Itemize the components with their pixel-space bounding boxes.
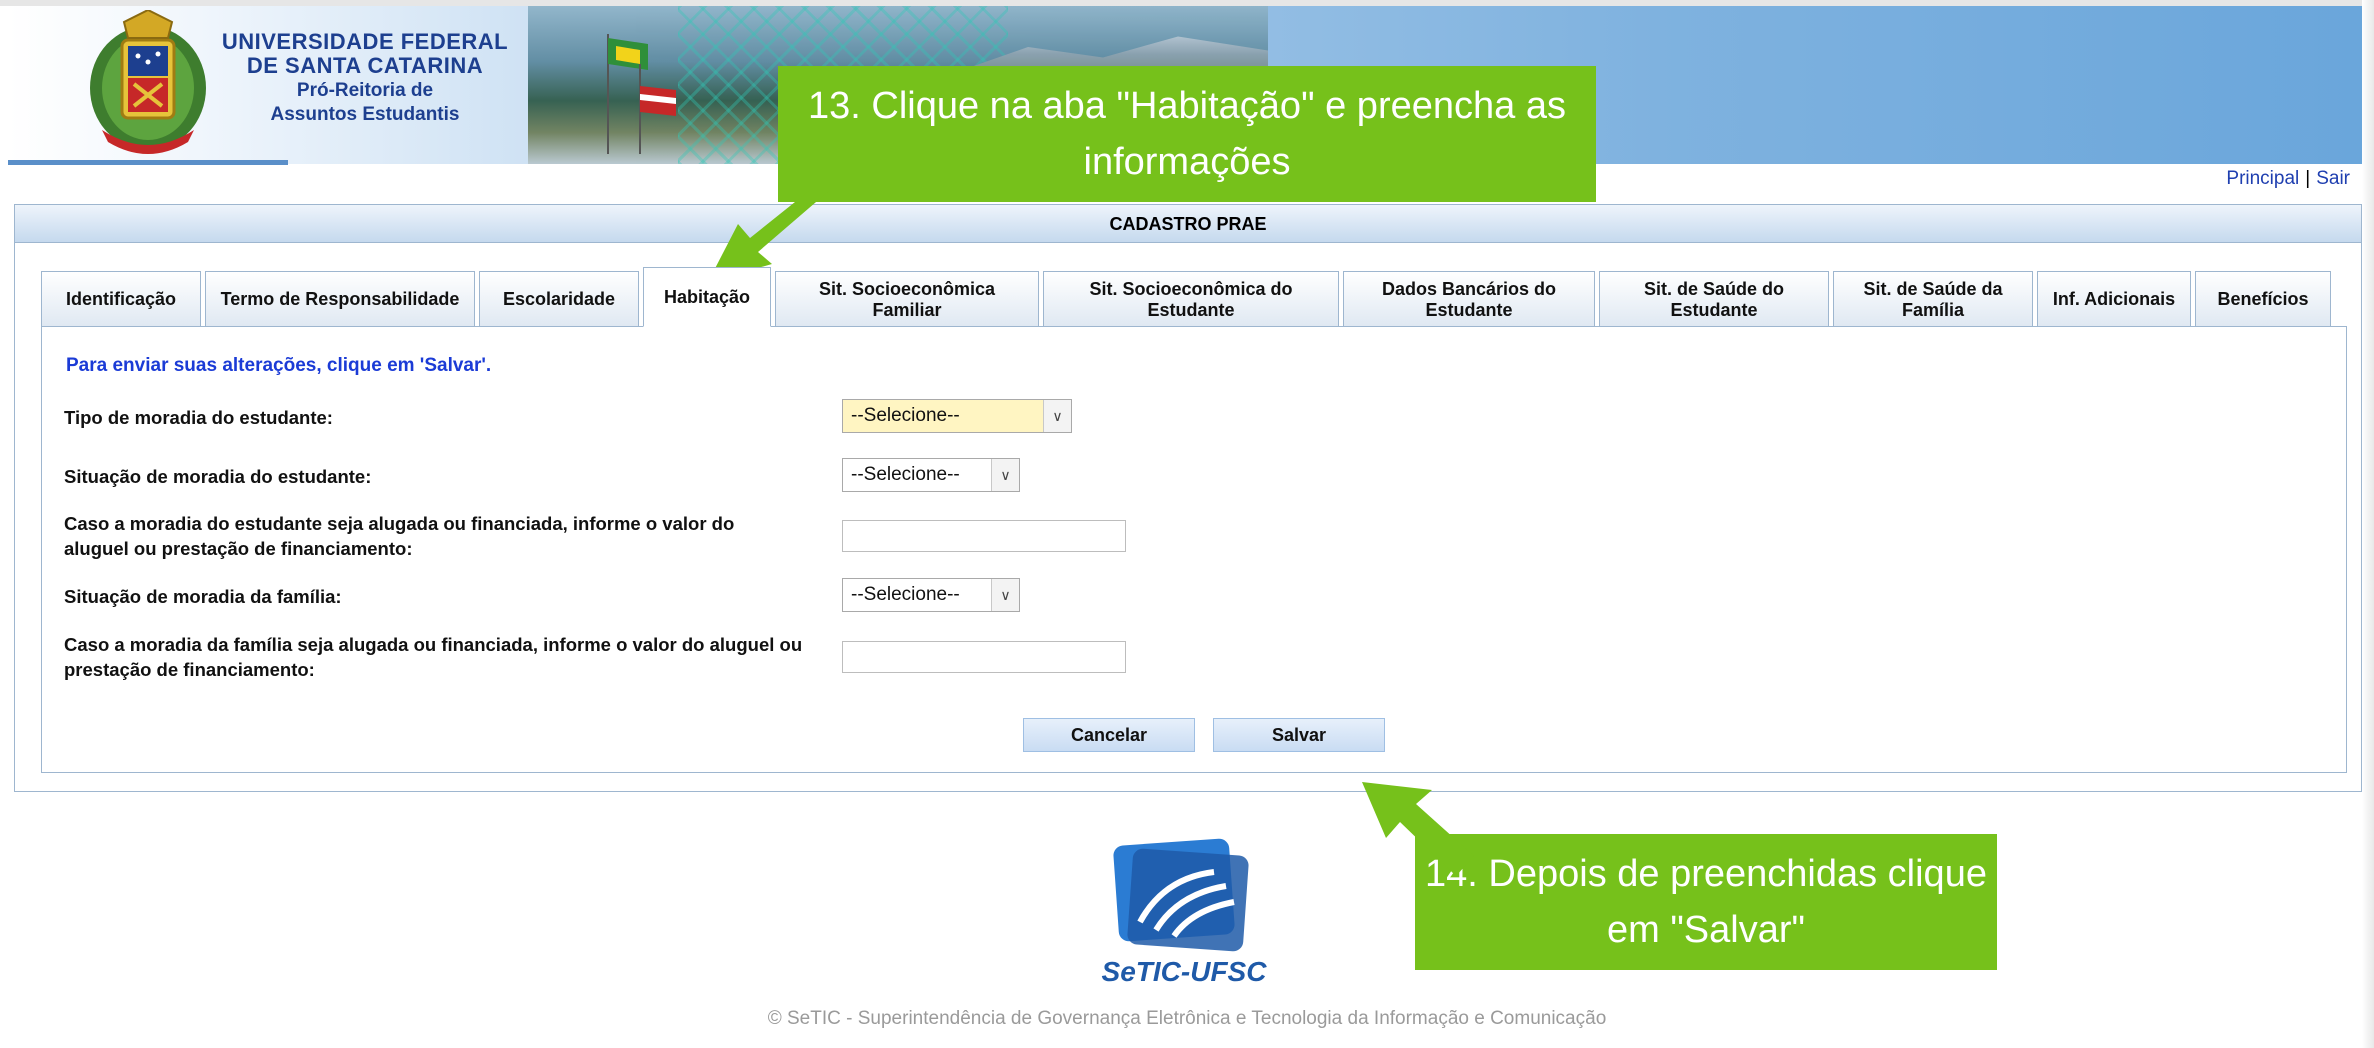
save-hint: Para enviar suas alterações, clique em '… (66, 355, 492, 376)
chevron-down-icon: ∨ (991, 459, 1019, 491)
ufsc-crest-logo (90, 10, 206, 154)
top-links: Principal | Sair (2226, 168, 2350, 190)
situacao-familia-select[interactable]: --Selecione-- ∨ (842, 578, 1020, 612)
tab-inf-adicionais[interactable]: Inf. Adicionais (2037, 271, 2191, 327)
situacao-estudante-label: Situação de moradia do estudante: (64, 466, 372, 487)
callout-step13: 13. Clique na aba "Habitação" e preencha… (778, 66, 1596, 202)
university-line2: DE SANTA CATARINA (246, 53, 484, 78)
tipo-moradia-select[interactable]: --Selecione-- ∨ (842, 399, 1072, 433)
sair-link[interactable]: Sair (2316, 168, 2350, 189)
principal-link[interactable]: Principal (2226, 168, 2299, 189)
tab-escolaridade[interactable]: Escolaridade (479, 271, 639, 327)
footer-copyright: © SeTIC - Superintendência de Governança… (767, 1008, 1607, 1029)
tipo-moradia-label: Tipo de moradia do estudante: (64, 407, 333, 428)
tab-saude-estudante[interactable]: Sit. de Saúde do Estudante (1599, 271, 1829, 327)
setic-logo: SeTIC-UFSC (1094, 838, 1274, 988)
chevron-down-icon: ∨ (991, 579, 1019, 611)
situacao-familia-value: --Selecione-- (851, 584, 960, 605)
tab-identificacao[interactable]: Identificação (41, 271, 201, 327)
tab-habitacao[interactable]: Habitação (643, 267, 771, 327)
university-line1: UNIVERSIDADE FEDERAL (221, 29, 509, 54)
dept-line2: Assuntos Estudantis (270, 104, 460, 125)
situacao-estudante-value: --Selecione-- (851, 464, 960, 485)
chevron-down-icon: ∨ (1043, 400, 1071, 432)
tab-beneficios[interactable]: Benefícios (2195, 271, 2331, 327)
cancel-button[interactable]: Cancelar (1023, 718, 1195, 752)
situacao-familia-label: Situação de moradia da família: (64, 586, 342, 607)
cadastro-frame: CADASTRO PRAE Identificação Termo de Res… (14, 204, 2362, 792)
habitacao-panel: Para enviar suas alterações, clique em '… (41, 326, 2347, 773)
flags-icon (607, 34, 676, 154)
dept-line1: Pró-Reitoria de (296, 80, 434, 101)
setic-logo-icon (1113, 838, 1249, 952)
callout-step14: 14. Depois de preenchidas clique em "Sal… (1415, 834, 1997, 970)
university-name: UNIVERSIDADE FEDERAL DE SANTA CATARINA P… (200, 30, 530, 126)
banner-underline (8, 160, 288, 165)
tab-termo-responsabilidade[interactable]: Termo de Responsabilidade (205, 271, 475, 327)
setic-logo-label: SeTIC-UFSC (1101, 956, 1267, 987)
arrow-step14-icon (1362, 782, 1474, 876)
page: UNIVERSIDADE FEDERAL DE SANTA CATARINA P… (0, 0, 2374, 1048)
tab-bar: Identificação Termo de Responsabilidade … (41, 267, 2331, 327)
tipo-moradia-value: --Selecione-- (851, 405, 960, 426)
right-edge (2362, 0, 2374, 1048)
tab-sit-socioeconomica-estudante[interactable]: Sit. Socioeconômica do Estudante (1043, 271, 1339, 327)
tab-saude-familia[interactable]: Sit. de Saúde da Família (1833, 271, 2033, 327)
frame-title: CADASTRO PRAE (15, 205, 2361, 243)
valor-familia-label: Caso a moradia da família seja alugada o… (64, 634, 803, 680)
save-button[interactable]: Salvar (1213, 718, 1385, 752)
tab-dados-bancarios[interactable]: Dados Bancários do Estudante (1343, 271, 1595, 327)
valor-familia-input[interactable] (842, 641, 1126, 673)
situacao-estudante-select[interactable]: --Selecione-- ∨ (842, 458, 1020, 492)
valor-estudante-label: Caso a moradia do estudante seja alugada… (64, 513, 735, 559)
valor-estudante-input[interactable] (842, 520, 1126, 552)
link-separator: | (2305, 168, 2311, 189)
